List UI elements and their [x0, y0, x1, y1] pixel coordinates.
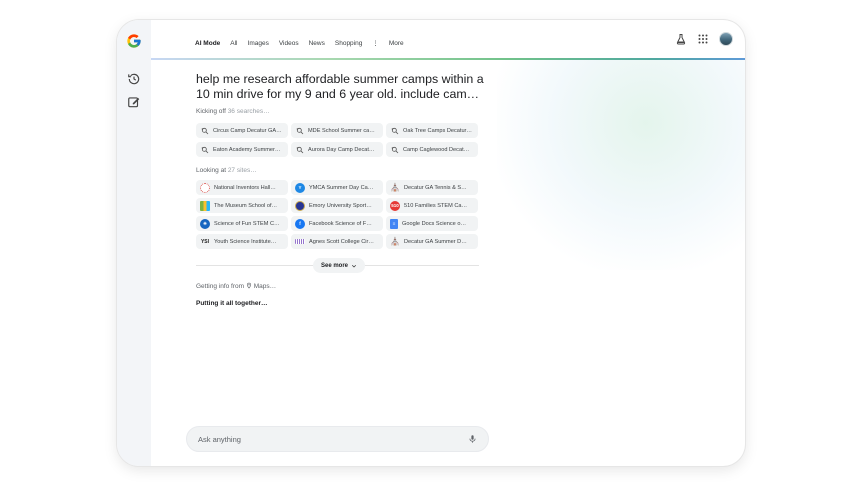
- history-icon[interactable]: [127, 72, 141, 86]
- site-chip[interactable]: Emory University Sport…: [291, 198, 383, 213]
- status-text: Putting it all together…: [196, 300, 268, 307]
- top-nav-tabs: AI Mode All Images Videos News Shopping …: [195, 39, 424, 48]
- site-label: Youth Science Institute…: [214, 238, 277, 245]
- tab-videos[interactable]: Videos: [279, 40, 299, 47]
- see-more-label: See more: [321, 262, 349, 269]
- google-logo-icon[interactable]: [126, 33, 142, 49]
- site-label: Science of Fun STEM C…: [214, 220, 280, 227]
- see-more-button[interactable]: See more: [313, 258, 366, 273]
- progress-gradient-line: [151, 58, 745, 60]
- search-pill[interactable]: Aurora Day Camp Decat…: [291, 142, 383, 157]
- apps-grid-icon[interactable]: [697, 33, 709, 45]
- site-chip[interactable]: YSI Youth Science Institute…: [196, 234, 288, 249]
- search-pill[interactable]: MDE School Summer ca…: [291, 123, 383, 138]
- facebook-favicon: f: [295, 218, 305, 229]
- tab-news[interactable]: News: [309, 40, 325, 47]
- searches-prefix: Kicking off: [196, 108, 226, 115]
- inventors-hall-favicon: [200, 182, 210, 193]
- site-chip[interactable]: ⛪ Decatur GA Tennis & S…: [386, 180, 478, 195]
- science-of-fun-favicon: ✳: [200, 218, 210, 229]
- tab-shopping[interactable]: Shopping: [335, 40, 362, 47]
- site-label: 510 Families STEM Ca…: [404, 202, 468, 209]
- site-label: Google Docs Science o…: [402, 220, 467, 227]
- google-docs-favicon: ≡: [390, 218, 398, 229]
- site-chip[interactable]: ✳ Science of Fun STEM C…: [196, 216, 288, 231]
- site-label: The Museum School of…: [214, 202, 278, 209]
- site-label: Emory University Sport…: [309, 202, 372, 209]
- search-pills: Circus Camp Decatur GA… MDE School Summe…: [196, 123, 486, 157]
- site-label: Facebook Science of F…: [309, 220, 372, 227]
- 510-families-favicon: 510: [390, 200, 400, 211]
- sites-status: Looking at 27 sites…: [196, 167, 486, 174]
- site-chip[interactable]: ⛪ Decatur GA Summer D…: [386, 234, 478, 249]
- sites-count: 27 sites…: [227, 167, 257, 174]
- info-prefix: Getting info from: [196, 283, 245, 290]
- tab-images[interactable]: Images: [248, 40, 269, 47]
- ask-input-bar[interactable]: Ask anything: [186, 426, 489, 452]
- site-chip[interactable]: ≡ Google Docs Science o…: [386, 216, 478, 231]
- search-sparkle-icon: [201, 146, 209, 153]
- searches-count: 36 searches…: [227, 108, 270, 115]
- tab-ai-mode[interactable]: AI Mode: [195, 40, 220, 47]
- search-pill-label: Aurora Day Camp Decat…: [308, 146, 375, 153]
- app-window: AI Mode All Images Videos News Shopping …: [117, 20, 745, 466]
- new-chat-icon[interactable]: [127, 95, 141, 109]
- site-label: Decatur GA Tennis & S…: [404, 184, 467, 191]
- site-label: Agnes Scott College Cir…: [309, 238, 374, 245]
- decatur-ga-favicon: ⛪: [390, 237, 400, 246]
- searches-status: Kicking off 36 searches…: [196, 108, 486, 115]
- site-chip[interactable]: 510 510 Families STEM Ca…: [386, 198, 478, 213]
- search-pill[interactable]: Eaton Academy Summer…: [196, 142, 288, 157]
- microphone-icon[interactable]: [468, 434, 477, 444]
- search-sparkle-icon: [391, 127, 399, 134]
- site-chip[interactable]: f Facebook Science of F…: [291, 216, 383, 231]
- search-pill-label: Oak Tree Camps Decatur…: [403, 127, 473, 134]
- sites-prefix: Looking at: [196, 167, 226, 174]
- avatar[interactable]: [719, 32, 733, 46]
- search-pill-label: Camp Caglewood Decat…: [403, 146, 470, 153]
- agnes-scott-favicon: [295, 239, 305, 244]
- site-chip[interactable]: Y YMCA Summer Day Ca…: [291, 180, 383, 195]
- site-label: National Inventors Hall…: [214, 184, 276, 191]
- museum-school-favicon: [200, 200, 210, 211]
- chevron-down-icon: [352, 264, 357, 268]
- search-pill-label: Eaton Academy Summer…: [213, 146, 281, 153]
- site-chips: National Inventors Hall… Y YMCA Summer Da…: [196, 180, 486, 249]
- search-sparkle-icon: [391, 146, 399, 153]
- background-glow: [497, 60, 745, 270]
- site-chip[interactable]: Agnes Scott College Cir…: [291, 234, 383, 249]
- search-pill[interactable]: Camp Caglewood Decat…: [386, 142, 478, 157]
- site-label: YMCA Summer Day Ca…: [309, 184, 374, 191]
- site-chip[interactable]: National Inventors Hall…: [196, 180, 288, 195]
- emory-favicon: [295, 200, 305, 211]
- search-pill[interactable]: Oak Tree Camps Decatur…: [386, 123, 478, 138]
- more-vert-icon: ⋮: [372, 40, 379, 47]
- ymca-favicon: Y: [295, 182, 305, 193]
- more-label: More: [388, 40, 404, 47]
- tab-all[interactable]: All: [230, 40, 237, 47]
- search-sparkle-icon: [201, 127, 209, 134]
- labs-flask-icon[interactable]: [675, 33, 687, 45]
- main-content: help me research affordable summer camps…: [196, 72, 486, 307]
- user-query: help me research affordable summer camps…: [196, 72, 484, 101]
- youth-science-favicon: YSI: [200, 238, 210, 245]
- left-rail: [117, 20, 151, 466]
- see-more-row: See more: [196, 256, 486, 276]
- search-pill-label: Circus Camp Decatur GA…: [213, 127, 282, 134]
- search-sparkle-icon: [296, 127, 304, 134]
- search-pill-label: MDE School Summer ca…: [308, 127, 375, 134]
- info-source: Maps…: [253, 283, 277, 290]
- ask-input-placeholder[interactable]: Ask anything: [198, 435, 468, 444]
- search-sparkle-icon: [296, 146, 304, 153]
- map-pin-icon: [246, 282, 251, 289]
- site-label: Decatur GA Summer D…: [404, 238, 467, 245]
- decatur-ga-favicon: ⛪: [390, 183, 400, 192]
- tab-more[interactable]: ⋮ More: [372, 39, 413, 47]
- info-source-status: Getting info from Maps…: [196, 282, 486, 290]
- top-right-actions: [675, 32, 733, 46]
- site-chip[interactable]: The Museum School of…: [196, 198, 288, 213]
- search-pill[interactable]: Circus Camp Decatur GA…: [196, 123, 288, 138]
